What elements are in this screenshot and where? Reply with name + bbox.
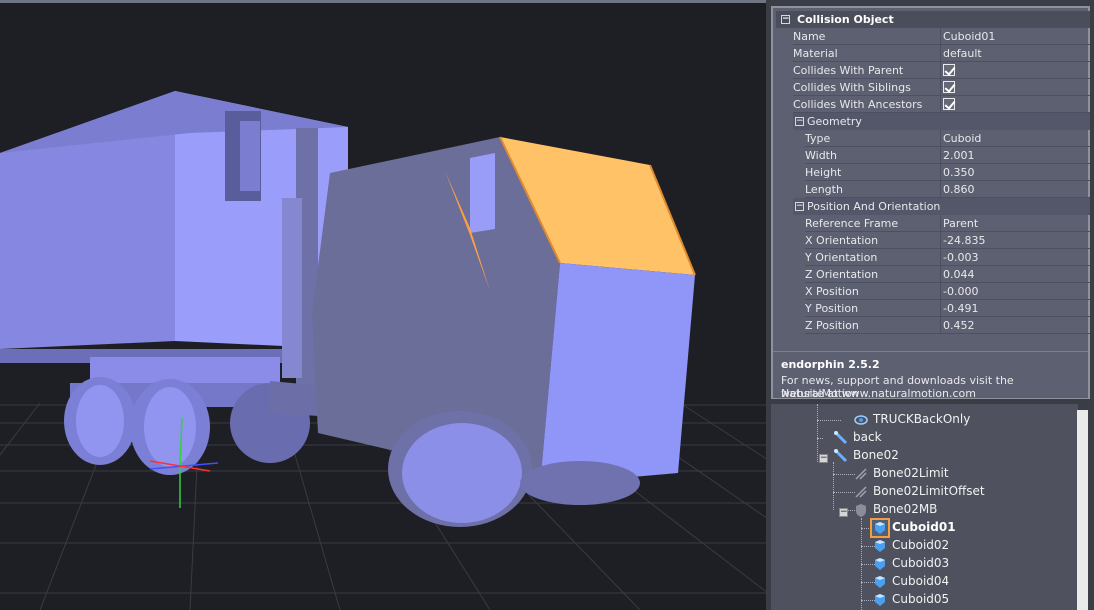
prop-value[interactable]: 2.001	[943, 149, 975, 162]
prop-value[interactable]: Cuboid	[943, 132, 981, 145]
prop-key: Name	[793, 30, 826, 43]
prop-collides-siblings[interactable]: Collides With Siblings	[793, 79, 1090, 96]
tree-item-label: Cuboid02	[892, 538, 950, 552]
prop-key: Collides With Ancestors	[793, 98, 923, 111]
right-panel: − Collision Object Name Cuboid01 Materia…	[766, 0, 1094, 610]
prop-width[interactable]: Width 2.001	[805, 147, 1090, 164]
collapse-icon[interactable]: −	[839, 508, 848, 517]
bone-icon	[834, 449, 848, 463]
prop-key: Type	[805, 132, 831, 145]
mesh-icon	[854, 415, 868, 425]
prop-key: Collides With Siblings	[793, 81, 911, 94]
collapse-icon[interactable]: −	[781, 15, 790, 24]
prop-key: Y Position	[805, 302, 859, 315]
cuboid-icon	[875, 594, 885, 606]
prop-value[interactable]: -0.491	[943, 302, 978, 315]
tree-item-label: Cuboid01	[892, 520, 956, 534]
shield-icon	[856, 504, 866, 517]
prop-value[interactable]: 0.350	[943, 166, 975, 179]
prop-z-position[interactable]: Z Position 0.452	[805, 317, 1090, 334]
prop-x-orientation[interactable]: X Orientation -24.835	[805, 232, 1090, 249]
prop-value[interactable]: -0.003	[943, 251, 978, 264]
tree-item-label: Cuboid03	[892, 556, 950, 570]
prop-key: X Orientation	[805, 234, 879, 247]
cuboid-icon	[875, 576, 885, 588]
prop-key: Z Position	[805, 319, 859, 332]
prop-y-position[interactable]: Y Position -0.491	[805, 300, 1090, 317]
collides-parent-checkbox[interactable]	[943, 64, 955, 76]
prop-value[interactable]: Cuboid01	[943, 30, 995, 43]
limit-icon	[855, 468, 867, 480]
about-box: endorphin 2.5.2 For news, support and do…	[773, 351, 1088, 400]
collides-siblings-checkbox[interactable]	[943, 81, 955, 93]
collision-object-section[interactable]: − Collision Object	[776, 11, 1090, 28]
tree-item-label: Bone02	[853, 448, 899, 462]
scene-tree[interactable]: − − TRUCKBackOnly back Bone02 Bone02Limi…	[771, 404, 1078, 610]
tree-item-label: TRUCKBackOnly	[873, 412, 971, 426]
tree-item-label: Bone02Limit	[873, 466, 949, 480]
app-version: endorphin 2.5.2	[781, 358, 880, 371]
prop-key: Reference Frame	[805, 217, 899, 230]
viewport-scene	[0, 91, 766, 610]
prop-material[interactable]: Material default	[793, 45, 1090, 62]
cuboid-icon	[870, 518, 890, 538]
limit-icon	[855, 486, 867, 498]
prop-key: Z Orientation	[805, 268, 879, 281]
prop-key: Y Orientation	[805, 251, 878, 264]
geometry-section[interactable]: − Geometry	[793, 113, 1090, 130]
prop-collides-parent[interactable]: Collides With Parent	[793, 62, 1090, 79]
prop-value[interactable]: 0.044	[943, 268, 975, 281]
prop-value[interactable]: 0.860	[943, 183, 975, 196]
prop-value[interactable]: -24.835	[943, 234, 985, 247]
tree-item-label: Cuboid04	[892, 574, 950, 588]
prop-value[interactable]: -0.000	[943, 285, 978, 298]
prop-key: Material	[793, 47, 838, 60]
about-line: website at www.naturalmotion.com	[781, 387, 976, 400]
prop-value[interactable]: default	[943, 47, 982, 60]
prop-z-orientation[interactable]: Z Orientation 0.044	[805, 266, 1090, 283]
prop-type[interactable]: Type Cuboid	[805, 130, 1090, 147]
prop-reference-frame[interactable]: Reference Frame Parent	[805, 215, 1090, 232]
prop-x-position[interactable]: X Position -0.000	[805, 283, 1090, 300]
prop-key: X Position	[805, 285, 859, 298]
collapse-icon[interactable]: −	[795, 117, 804, 126]
bone-icon	[834, 431, 848, 445]
prop-key: Collides With Parent	[793, 64, 904, 77]
cuboid-icon	[875, 540, 885, 552]
section-title: Collision Object	[797, 13, 894, 26]
prop-name[interactable]: Name Cuboid01	[793, 28, 1090, 45]
tree-item-label: Bone02MB	[873, 502, 938, 516]
prop-value[interactable]: Parent	[943, 217, 978, 230]
tree-item-label: Bone02LimitOffset	[873, 484, 985, 498]
prop-length[interactable]: Length 0.860	[805, 181, 1090, 198]
property-panel: − Collision Object Name Cuboid01 Materia…	[771, 6, 1090, 400]
prop-value[interactable]: 0.452	[943, 319, 975, 332]
prop-height[interactable]: Height 0.350	[805, 164, 1090, 181]
tree-item-label: back	[853, 430, 882, 444]
collapse-icon[interactable]: −	[819, 454, 828, 463]
prop-y-orientation[interactable]: Y Orientation -0.003	[805, 249, 1090, 266]
section-title: Geometry	[807, 115, 862, 128]
tree-scrollbar[interactable]	[1077, 410, 1088, 610]
section-title: Position And Orientation	[807, 200, 941, 213]
prop-collides-ancestors[interactable]: Collides With Ancestors	[793, 96, 1090, 113]
tree-item-label: Cuboid05	[892, 592, 950, 606]
collapse-icon[interactable]: −	[795, 202, 804, 211]
prop-key: Width	[805, 149, 837, 162]
collides-ancestors-checkbox[interactable]	[943, 98, 955, 110]
prop-key: Length	[805, 183, 843, 196]
3d-viewport[interactable]	[0, 0, 766, 610]
prop-key: Height	[805, 166, 842, 179]
cuboid-icon	[875, 558, 885, 570]
position-orientation-section[interactable]: − Position And Orientation	[793, 198, 1090, 215]
